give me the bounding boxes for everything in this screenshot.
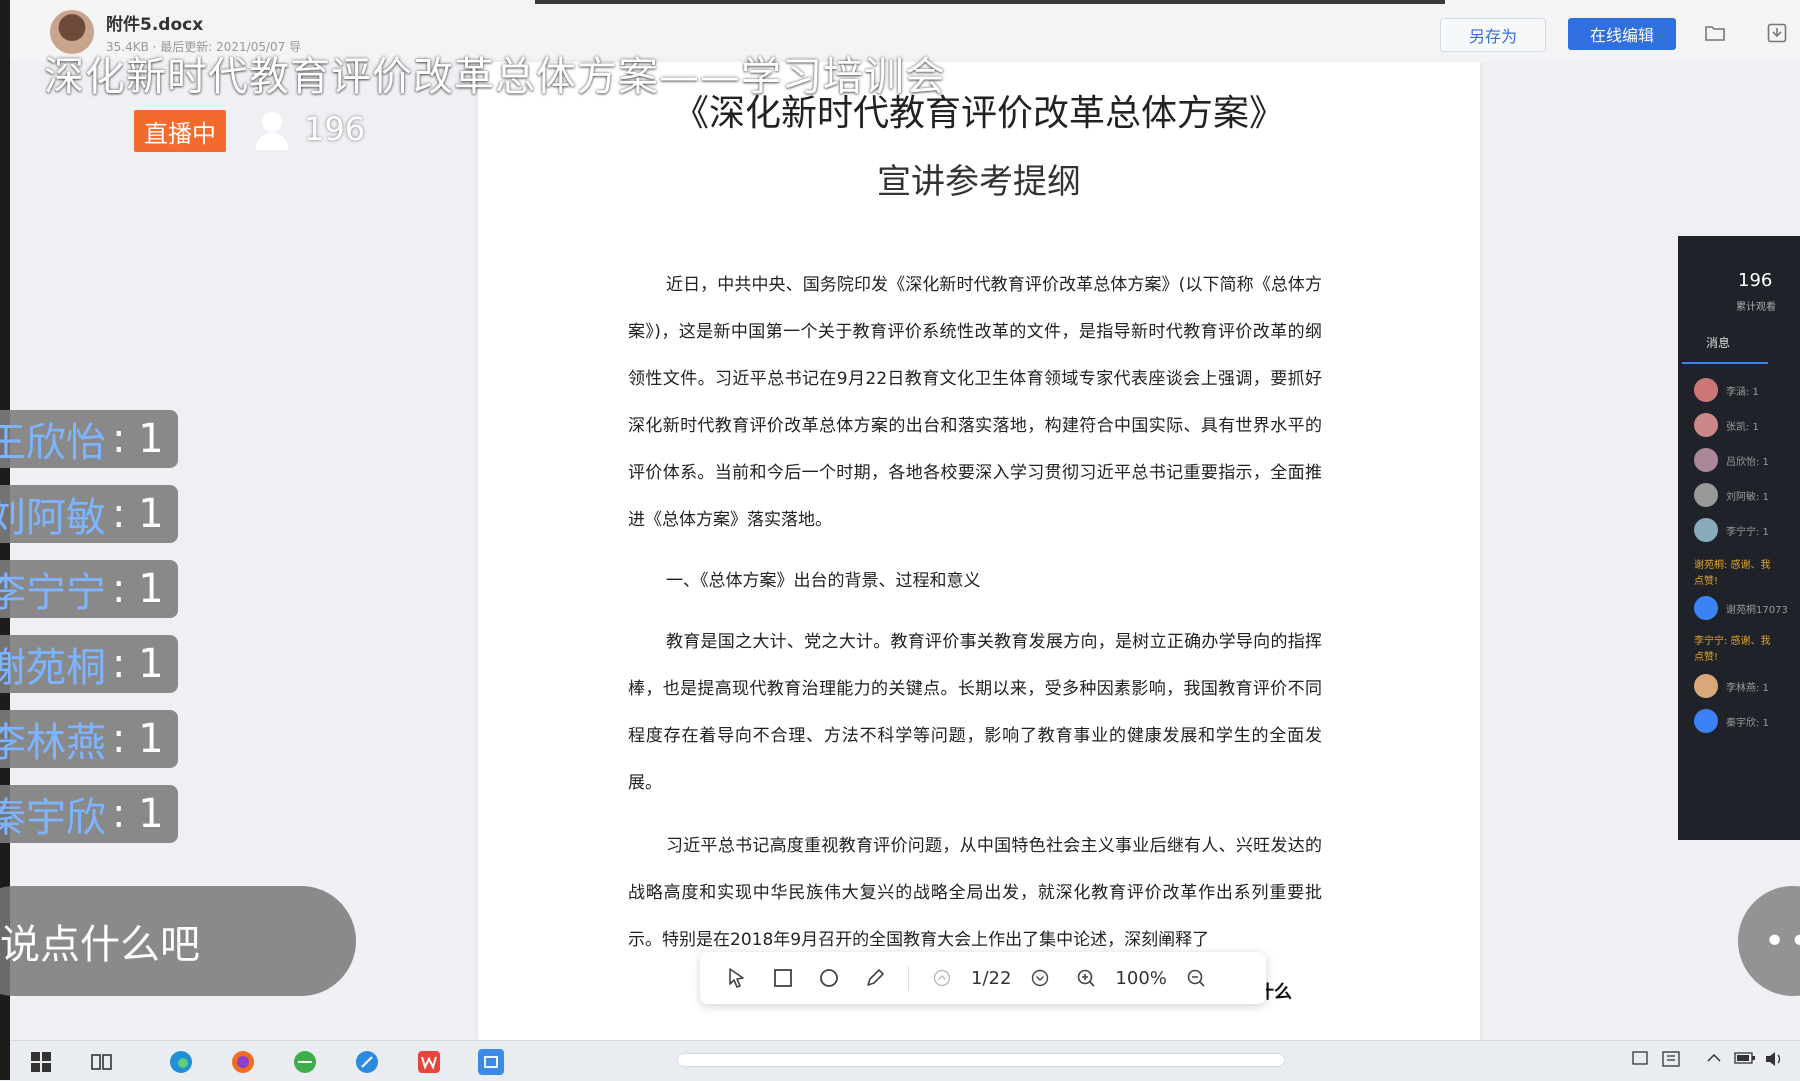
- live-side-panel: 196 累计观看 消息 李涵: 1 张凯: 1 吕欣怡: 1 刘阿敏: 1 李宁…: [1678, 236, 1800, 840]
- gift-count: : 1: [112, 716, 164, 762]
- home-indicator-bar[interactable]: [678, 1054, 1284, 1066]
- task-view-icon[interactable]: [88, 1049, 114, 1075]
- previous-page-icon[interactable]: [919, 958, 965, 998]
- battery-icon: [1734, 1051, 1756, 1069]
- document-filename: 附件5.docx: [106, 15, 204, 35]
- document-toolbar: 1/22 100%: [700, 952, 1266, 1004]
- zoom-level: 100%: [1115, 967, 1167, 989]
- gift-sender-name: 刘阿敏: [0, 495, 106, 541]
- zoom-out-icon[interactable]: [1173, 958, 1219, 998]
- gift-sender-name: 李宁宁: [0, 570, 106, 616]
- save-as-button[interactable]: 另存为: [1440, 18, 1546, 52]
- side-panel-count: 196: [1738, 270, 1773, 291]
- side-message-row: 李林燕: 1: [1694, 672, 1800, 700]
- zoom-in-icon[interactable]: [1063, 958, 1109, 998]
- gift-count: : 1: [112, 791, 164, 837]
- side-message-text: 刘阿敏: 1: [1726, 491, 1769, 503]
- avatar: [1694, 518, 1718, 542]
- gift-notification: 李宁宁: 1: [0, 560, 178, 618]
- gift-notification: 秦宇欣: 1: [0, 785, 178, 843]
- keyboard-layout-icon[interactable]: [1662, 1051, 1680, 1071]
- firefox-icon[interactable]: [230, 1049, 256, 1075]
- side-highlight-message: 点赞!: [1694, 576, 1719, 587]
- gift-notification: 王欣怡: 1: [0, 410, 178, 468]
- comment-input[interactable]: 说点什么吧: [0, 886, 356, 996]
- wps-office-icon[interactable]: [416, 1049, 442, 1075]
- circle-tool-icon[interactable]: [806, 958, 852, 998]
- input-method-icon[interactable]: [1632, 1051, 1648, 1069]
- document-paragraph: 近日，中共中央、国务院印发《深化新时代教育评价改革总体方案》(以下简称《总体方案…: [628, 275, 1322, 530]
- online-edit-button[interactable]: 在线编辑: [1568, 18, 1676, 50]
- viewer-count: 196: [304, 110, 366, 148]
- chevron-up-icon[interactable]: [1706, 1051, 1722, 1069]
- gift-sender-name: 王欣怡: [0, 420, 106, 466]
- download-icon[interactable]: [1764, 20, 1790, 46]
- side-message-text: 吕欣怡: 1: [1726, 456, 1769, 468]
- avatar: [1694, 448, 1718, 472]
- side-message-text: 李涵: 1: [1726, 386, 1759, 398]
- live-stream-title: 深化新时代教育评价改革总体方案——学习培训会: [44, 54, 946, 100]
- gift-notification: 谢苑桐: 1: [0, 635, 178, 693]
- windows-start-icon[interactable]: [28, 1049, 54, 1075]
- pen-tool-icon[interactable]: [852, 958, 898, 998]
- document-subtitle: 宣讲参考提纲: [877, 162, 1081, 202]
- side-message-text: 李林燕: 1: [1726, 682, 1769, 694]
- gift-notification: 李林燕: 1: [0, 710, 178, 768]
- folder-icon[interactable]: [1702, 20, 1728, 46]
- avatar: [1694, 483, 1718, 507]
- side-highlight-message: 李宁宁: 感谢、我: [1694, 636, 1771, 647]
- side-message-row: 张凯: 1: [1694, 411, 1800, 439]
- avatar: [1694, 709, 1718, 733]
- gift-count: : 1: [112, 416, 164, 462]
- gift-count: : 1: [112, 641, 164, 687]
- more-options-button[interactable]: ••: [1738, 886, 1800, 996]
- side-message-row: 秦宇欣: 1: [1694, 707, 1800, 735]
- comment-placeholder: 说点什么吧: [0, 922, 200, 968]
- side-highlight-message: 点赞!: [1694, 652, 1719, 663]
- document-paragraph: 教育是国之大计、党之大计。教育评价事关教育发展方向，是树立正确办学导向的指挥棒，…: [628, 632, 1322, 793]
- 360-browser-icon[interactable]: [292, 1049, 318, 1075]
- rectangle-tool-icon[interactable]: [760, 958, 806, 998]
- gift-sender-name: 谢苑桐: [0, 645, 106, 691]
- live-status-badge: 直播中: [134, 110, 226, 152]
- document-body: 近日，中共中央、国务院印发《深化新时代教育评价改革总体方案》(以下简称《总体方案…: [628, 262, 1322, 964]
- avatar: [1694, 413, 1718, 437]
- gift-sender-name: 秦宇欣: [0, 795, 106, 841]
- document-paragraph: 习近平总书记高度重视教育评价问题，从中国特色社会主义事业后继有人、兴旺发达的战略…: [628, 836, 1322, 950]
- side-message-text: 李宁宁: 1: [1726, 526, 1769, 538]
- page-indicator: 1/22: [971, 967, 1012, 989]
- side-message-text: 谢苑桐17073: [1726, 604, 1788, 616]
- gift-notification: 刘阿敏: 1: [0, 485, 178, 543]
- viewer-person-icon: [254, 110, 290, 150]
- more-dots-icon: ••: [1764, 920, 1800, 962]
- gift-count: : 1: [112, 491, 164, 537]
- volume-icon[interactable]: [1764, 1051, 1784, 1071]
- side-message-text: 秦宇欣: 1: [1726, 717, 1769, 729]
- side-highlight-message: 谢苑桐: 感谢、我: [1694, 560, 1771, 571]
- document-heading: 一、《总体方案》出台的背景、过程和意义: [666, 571, 981, 591]
- top-divider: [535, 0, 1445, 4]
- avatar: [1694, 596, 1718, 620]
- toolbar-separator: [908, 966, 909, 990]
- feather-app-icon[interactable]: [354, 1049, 380, 1075]
- document-page: 《深化新时代教育评价改革总体方案》 宣讲参考提纲 近日，中共中央、国务院印发《深…: [478, 62, 1480, 1040]
- side-message-text: 张凯: 1: [1726, 421, 1759, 433]
- side-panel-sublabel: 累计观看: [1736, 302, 1776, 313]
- side-message-row: 刘阿敏: 1: [1694, 481, 1800, 509]
- avatar: [1694, 378, 1718, 402]
- gift-count: : 1: [112, 566, 164, 612]
- active-tab-indicator: [1682, 362, 1768, 364]
- side-message-row: 李宁宁: 1: [1694, 516, 1800, 544]
- tab-messages[interactable]: 消息: [1706, 334, 1730, 351]
- next-page-icon[interactable]: [1017, 958, 1063, 998]
- side-message-row: 谢苑桐17073: [1694, 594, 1800, 622]
- side-message-row: 李涵: 1: [1694, 376, 1800, 404]
- avatar: [1694, 674, 1718, 698]
- active-app-icon[interactable]: [478, 1049, 504, 1075]
- pointer-tool-icon[interactable]: [714, 958, 760, 998]
- side-message-row: 吕欣怡: 1: [1694, 446, 1800, 474]
- edge-browser-icon[interactable]: [168, 1049, 194, 1075]
- gift-sender-name: 李林燕: [0, 720, 106, 766]
